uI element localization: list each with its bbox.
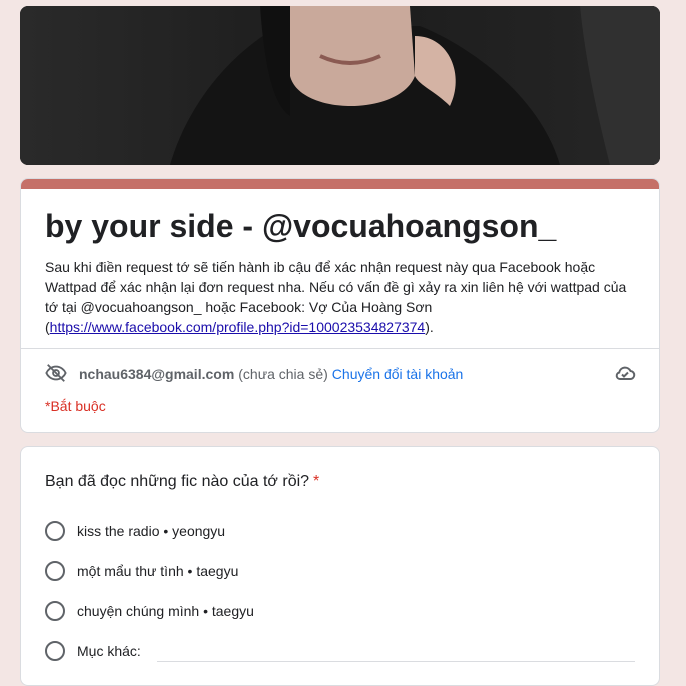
radio-option-1[interactable]: kiss the radio • yeongyu: [45, 519, 635, 543]
radio-option-2[interactable]: một mẩu thư tình • taegyu: [45, 559, 635, 583]
required-note: *Bắt buộc: [45, 398, 106, 414]
question-card: Bạn đã đọc những fic nào của tớ rồi? * ki…: [20, 446, 660, 686]
cloud-saved-icon[interactable]: [613, 361, 637, 388]
form-title: by your side - @vocuahoangson_: [45, 208, 557, 244]
radio-button[interactable]: [45, 521, 65, 541]
option-label: kiss the radio • yeongyu: [77, 523, 226, 539]
radio-button[interactable]: [45, 601, 65, 621]
account-row: nchau6384@gmail.com (chưa chia sẻ) Chuyể…: [45, 362, 637, 386]
radio-option-other[interactable]: Mục khác:: [45, 639, 635, 663]
required-asterisk: *: [313, 473, 320, 490]
eye-off-icon: [45, 362, 67, 387]
radio-button[interactable]: [45, 561, 65, 581]
not-shared-note: (chưa chia sẻ): [238, 366, 328, 382]
option-label: chuyện chúng mình • taegyu: [77, 603, 254, 619]
facebook-profile-link[interactable]: https://www.facebook.com/profile.php?id=…: [50, 319, 426, 335]
accent-bar: [21, 179, 659, 189]
header-divider: [21, 348, 659, 349]
account-email: nchau6384@gmail.com: [79, 366, 235, 382]
other-label: Mục khác:: [77, 643, 141, 659]
radio-option-3[interactable]: chuyện chúng mình • taegyu: [45, 599, 635, 623]
option-label: một mẩu thư tình • taegyu: [77, 563, 239, 579]
radio-button[interactable]: [45, 641, 65, 661]
switch-account-link[interactable]: Chuyển đổi tài khoản: [332, 366, 464, 382]
question-text: Bạn đã đọc những fic nào của tớ rồi?: [45, 473, 310, 490]
other-text-input[interactable]: [156, 640, 635, 662]
question-title: Bạn đã đọc những fic nào của tớ rồi? *: [45, 473, 319, 491]
header-banner-image: [20, 6, 660, 165]
description-end: ).: [425, 319, 434, 335]
form-header-card: by your side - @vocuahoangson_ Sau khi đ…: [20, 178, 660, 433]
form-description: Sau khi điền request tớ sẽ tiến hành ib …: [45, 257, 635, 337]
portrait-illustration: [20, 6, 660, 165]
